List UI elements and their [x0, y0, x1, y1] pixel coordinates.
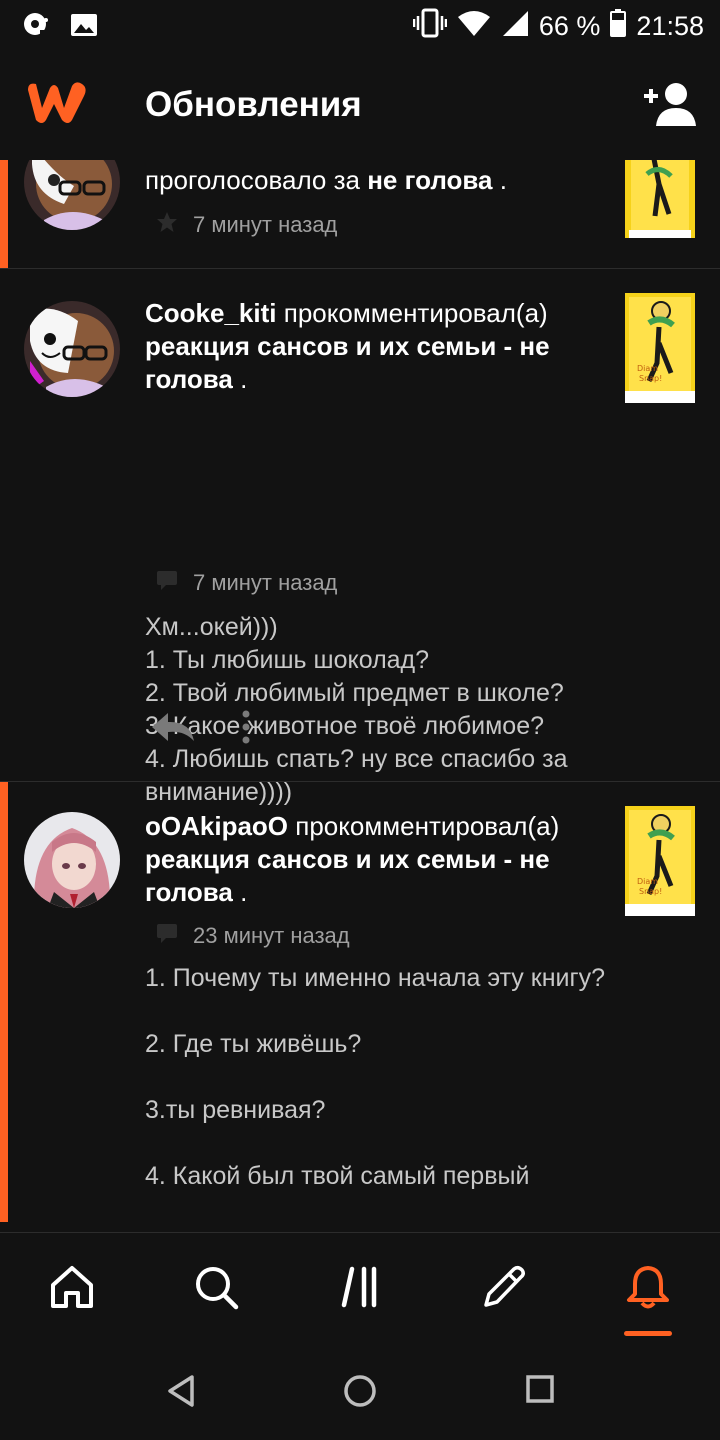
add-user-icon[interactable]: [640, 80, 696, 133]
timestamp-row: 23 минут назад: [155, 922, 350, 950]
activity-text: Cooke_kiti прокомментировал(а) реакция с…: [145, 298, 550, 394]
unread-indicator: [0, 782, 8, 1222]
comment-icon: [155, 569, 179, 597]
feed-item[interactable]: oOAkipaoO прокомментировал(а) реакция са…: [0, 782, 720, 1232]
search-icon[interactable]: [192, 1263, 240, 1311]
unread-indicator: [0, 160, 8, 268]
story-cover-thumbnail[interactable]: Diam Snap!: [625, 806, 695, 916]
system-navigation-bar: [0, 1344, 720, 1440]
avatar[interactable]: [24, 160, 120, 230]
timestamp-row: 7 минут назад: [155, 210, 337, 240]
avatar[interactable]: [24, 812, 120, 908]
star-icon: [155, 210, 179, 240]
username[interactable]: oOAkipaoO: [145, 811, 288, 841]
comment-icon: [155, 922, 179, 950]
comment-actions: [150, 710, 252, 749]
status-bar: 66 % 21:58: [0, 0, 720, 52]
app-bar: Обновления: [0, 52, 720, 160]
timestamp: 7 минут назад: [193, 570, 338, 595]
active-tab-indicator: [624, 1331, 672, 1336]
story-title[interactable]: реакция сансов и их семьи - не голова: [145, 331, 550, 394]
feed-item[interactable]: проголосовало за не голова . 7 минут наз…: [0, 160, 720, 269]
timestamp: 7 минут назад: [193, 212, 338, 237]
reply-icon[interactable]: [150, 711, 196, 748]
battery-icon: [610, 9, 627, 44]
bell-icon[interactable]: [624, 1263, 672, 1311]
back-icon[interactable]: [166, 1374, 196, 1413]
wattpad-w-logo-icon[interactable]: [24, 78, 90, 133]
activity-text: проголосовало за не голова .: [145, 165, 507, 195]
pencil-icon[interactable]: [480, 1263, 528, 1311]
activity-text: oOAkipaoO прокомментировал(а) реакция са…: [145, 811, 560, 907]
timestamp-row: 7 минут назад: [155, 569, 337, 597]
timestamp: 23 минут назад: [193, 923, 350, 948]
story-cover-thumbnail[interactable]: [625, 160, 695, 264]
comment-text: 1. Почему ты именно начала эту книгу? 2.…: [145, 964, 605, 1190]
svg-text:Snap!: Snap!: [639, 887, 662, 896]
image-icon: [70, 11, 98, 44]
vibrate-icon: [412, 8, 448, 45]
signal-icon: [501, 9, 529, 44]
page-title: Обновления: [145, 85, 362, 124]
svg-text:Diam: Diam: [637, 877, 658, 886]
clock: 21:58: [636, 11, 704, 41]
username[interactable]: Cooke_kiti: [145, 298, 277, 328]
story-title[interactable]: не голова: [367, 165, 492, 195]
battery-percent: 66 %: [538, 11, 601, 41]
story-title[interactable]: реакция сансов и их семьи - не голова: [145, 844, 550, 907]
wifi-icon: [457, 9, 491, 44]
library-icon[interactable]: [336, 1263, 384, 1311]
feed-item[interactable]: Cooke_kiti прокомментировал(а) реакция с…: [0, 269, 720, 806]
updates-feed: проголосовало за не голова . 7 минут наз…: [0, 160, 720, 1232]
bottom-tab-bar: [0, 1232, 720, 1345]
home-icon[interactable]: [48, 1263, 96, 1311]
avatar[interactable]: [24, 301, 120, 397]
more-options-icon[interactable]: [240, 710, 252, 749]
home-button-icon[interactable]: [343, 1374, 377, 1413]
recents-icon[interactable]: [525, 1374, 555, 1409]
svg-text:Diam: Diam: [637, 364, 658, 373]
svg-text:Snap!: Snap!: [639, 374, 662, 383]
story-cover-thumbnail[interactable]: Diam Snap!: [625, 293, 695, 403]
podcast-icon: [20, 10, 50, 45]
